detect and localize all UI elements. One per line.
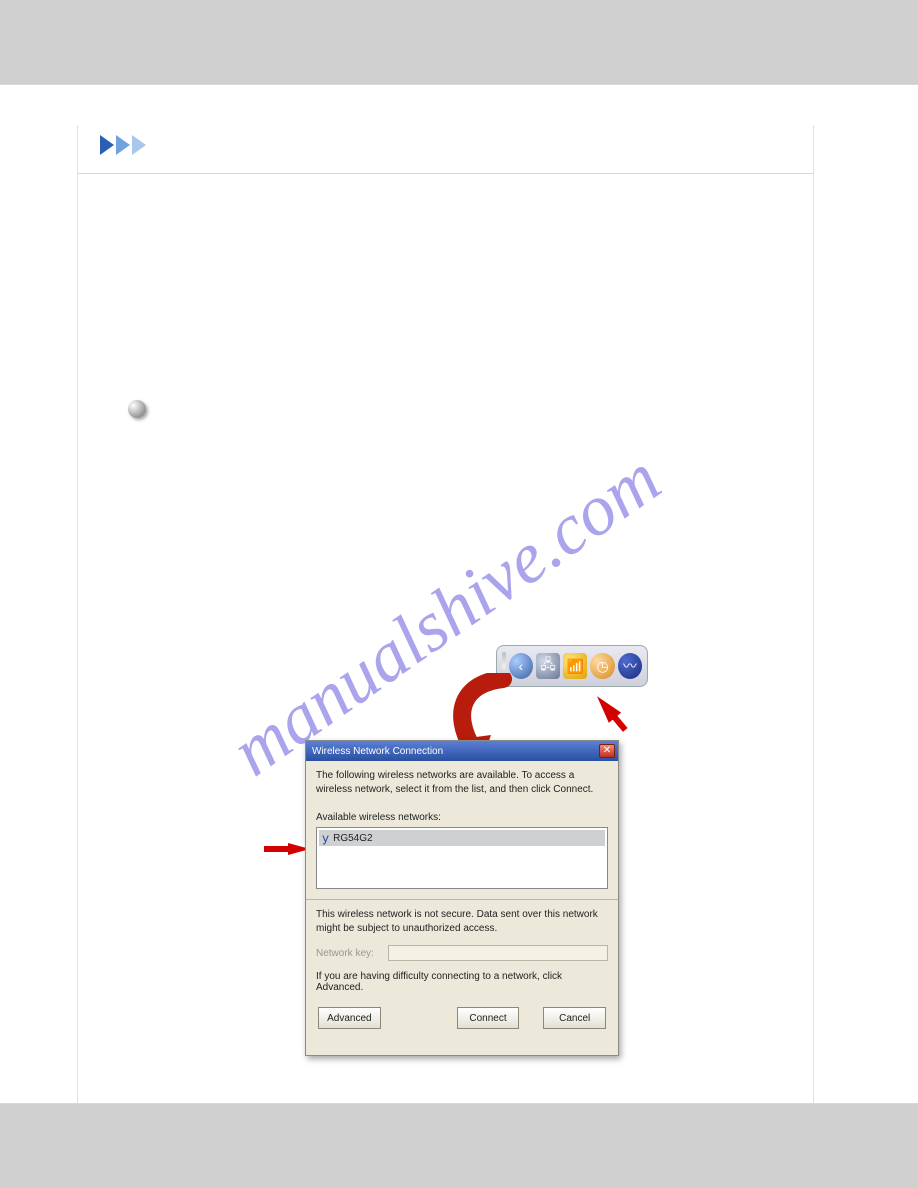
network-key-label: Network key: [316,948,380,959]
network-listbox[interactable]: 𝗒 RG54G2 [316,827,608,889]
page-bottom-divider [0,1103,918,1104]
list-item[interactable]: 𝗒 RG54G2 [319,830,605,846]
annotation-arrow-icon [591,691,621,723]
dialog-intro-text: The following wireless networks are avai… [316,769,608,796]
left-rail [18,125,78,1105]
advanced-button[interactable]: Advanced [318,1007,381,1029]
page-body: manualshive.com ‹ 🖧 📶 ◷ 〰 Wireless Ne [0,84,918,1104]
page-bottom-bar [0,1104,918,1188]
dialog-divider [306,899,618,900]
section-divider [78,173,813,174]
clock-icon: ◷ [590,653,614,679]
available-networks-label: Available wireless networks: [316,812,608,823]
arrow-icon [132,135,146,155]
right-rail [814,125,900,1105]
dialog-titlebar: Wireless Network Connection ✕ [306,741,618,761]
page-top-bar [0,0,918,84]
main-content: manualshive.com ‹ 🖧 📶 ◷ 〰 Wireless Ne [78,125,814,1105]
wifi-icon[interactable]: 📶 [563,653,587,679]
trouble-text: If you are having difficulty connecting … [316,971,608,993]
dialog-body: The following wireless networks are avai… [306,761,618,1043]
network-key-row: Network key: [316,945,608,961]
network-key-field[interactable] [388,945,608,961]
bullet-sphere-icon [128,400,146,418]
antenna-icon: 𝗒 [322,831,329,845]
dialog-button-row: Advanced Connect Cancel [316,1007,608,1037]
arrow-icon [116,135,130,155]
wireless-dialog: Wireless Network Connection ✕ The follow… [305,740,619,1056]
network-icon: 🖧 [536,653,560,679]
connect-button[interactable]: Connect [457,1007,520,1029]
arrow-icon [100,135,114,155]
network-name: RG54G2 [333,833,372,844]
wave-icon: 〰 [618,653,642,679]
close-icon[interactable]: ✕ [599,744,615,758]
triple-arrow-icon [100,135,146,155]
cancel-button[interactable]: Cancel [543,1007,606,1029]
dialog-title-text: Wireless Network Connection [312,746,443,757]
security-note: This wireless network is not secure. Dat… [316,908,608,935]
